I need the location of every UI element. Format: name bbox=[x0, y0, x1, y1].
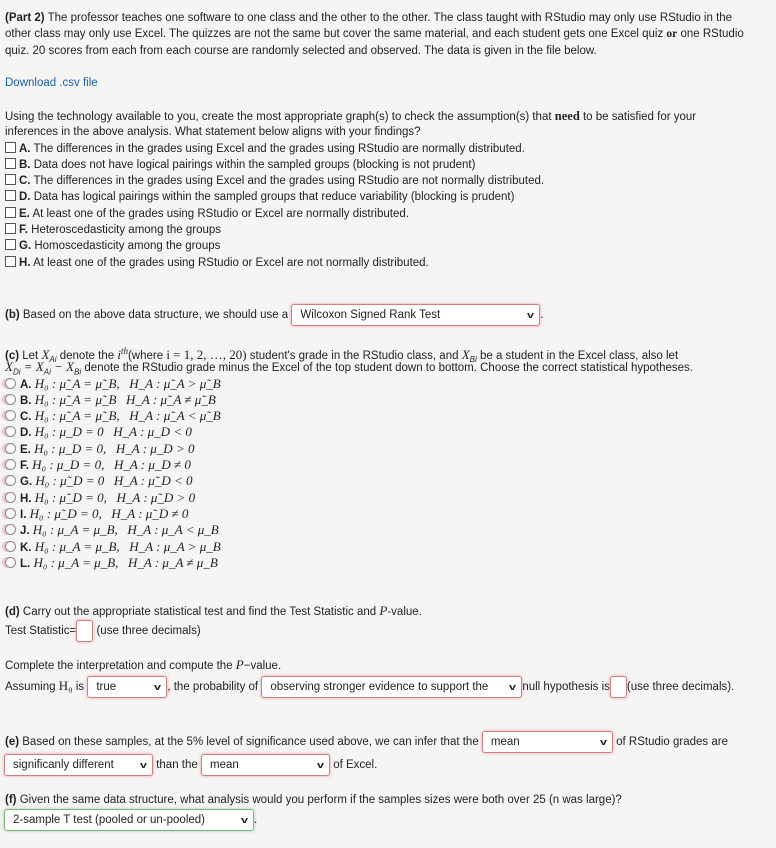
null-hypothesis: H₀ : μ̃_A = μ̃_B, bbox=[34, 375, 120, 391]
hypothesis-option[interactable]: I. H₀ : μ̃_D = 0, H_A : μ̃_D ≠ 0 bbox=[5, 506, 771, 522]
radio-button[interactable] bbox=[5, 524, 16, 536]
checkbox[interactable] bbox=[5, 239, 16, 251]
checkbox[interactable] bbox=[5, 223, 16, 235]
hypothesis-option[interactable]: A. H₀ : μ̃_A = μ̃_B, H_A : μ̃_A > μ̃_B bbox=[5, 376, 771, 392]
radio-button[interactable] bbox=[5, 442, 16, 454]
hypothesis-option[interactable]: J. H₀ : μ_A = μ_B, H_A : μ_A < μ_B bbox=[5, 522, 771, 538]
chevron-down-icon: v bbox=[599, 736, 607, 747]
chevron-down-icon: v bbox=[316, 759, 324, 770]
hypothesis-option[interactable]: F. H₀ : μ_D = 0, H_A : μ_D ≠ 0 bbox=[5, 457, 771, 473]
assumption-option[interactable]: E. At least one of the grades using RStu… bbox=[5, 206, 771, 222]
assumption-option[interactable]: A. The differences in the grades using E… bbox=[5, 141, 771, 157]
test-type-select[interactable]: Wilcoxon Signed Rank Test v bbox=[291, 303, 541, 326]
statistic-select-rstudio[interactable]: mean v bbox=[481, 730, 613, 753]
alt-hypothesis: H_A : μ̃_A > μ̃_B bbox=[129, 375, 221, 391]
radio-button[interactable] bbox=[5, 556, 16, 568]
radio-button[interactable] bbox=[5, 540, 16, 552]
p-value-input[interactable] bbox=[609, 675, 627, 698]
hypothesis-option[interactable]: D. H₀ : μ_D = 0 H_A : μ_D < 0 bbox=[5, 424, 771, 440]
null-hypothesis: H₀ : μ̃_D = 0 bbox=[35, 473, 105, 489]
hypothesis-option[interactable]: G. H₀ : μ̃_D = 0 H_A : μ̃_D < 0 bbox=[5, 473, 771, 489]
radio-button[interactable] bbox=[5, 459, 16, 471]
alt-hypothesis: H_A : μ_D < 0 bbox=[113, 424, 192, 440]
part-f: (f) Given the same data structure, what … bbox=[4, 792, 771, 832]
assumption-option[interactable]: C. The differences in the grades using E… bbox=[5, 173, 771, 189]
assumption-option[interactable]: H. At least one of the grades using RStu… bbox=[5, 255, 771, 271]
radio-button[interactable] bbox=[5, 491, 16, 503]
null-hypothesis: H₀ : μ_A = μ_B, bbox=[33, 554, 119, 570]
chevron-down-icon: v bbox=[509, 681, 517, 692]
null-hypothesis: H₀ : μ_D = 0, bbox=[34, 440, 107, 456]
assumption-option[interactable]: B. Data does not have logical pairings w… bbox=[5, 157, 771, 173]
checkbox[interactable] bbox=[5, 174, 16, 186]
chevron-down-icon: v bbox=[139, 759, 148, 770]
null-hypothesis: H₀ : μ̃_A = μ̃_B, bbox=[34, 408, 120, 424]
chevron-down-icon: v bbox=[154, 681, 162, 692]
checkbox[interactable] bbox=[5, 141, 16, 153]
hypothesis-option[interactable]: H. H₀ : μ̃_D = 0, H_A : μ̃_D > 0 bbox=[5, 490, 771, 506]
part-label: (Part 2) bbox=[5, 12, 45, 24]
hypothesis-option[interactable]: B. H₀ : μ̃_A = μ̃_B H_A : μ̃_A ≠ μ̃_B bbox=[5, 392, 771, 408]
null-hypothesis: H₀ : μ_A = μ_B, bbox=[32, 522, 118, 538]
alt-hypothesis: H_A : μ̃_D ≠ 0 bbox=[111, 505, 189, 521]
part-c: (c) Let XAi denote the ith(where i = 1, … bbox=[5, 343, 771, 571]
hypothesis-truth-select[interactable]: true v bbox=[87, 675, 168, 698]
hypothesis-option[interactable]: C. H₀ : μ̃_A = μ̃_B, H_A : μ̃_A < μ̃_B bbox=[5, 408, 771, 424]
null-hypothesis: H₀ : μ̃_A = μ̃_B bbox=[34, 391, 117, 407]
chevron-down-icon: v bbox=[240, 815, 249, 826]
checkbox[interactable] bbox=[5, 255, 16, 267]
alt-hypothesis: H_A : μ̃_D > 0 bbox=[116, 489, 196, 505]
null-hypothesis: H₀ : μ_D = 0 bbox=[34, 424, 104, 440]
intro: (Part 2) The professor teaches one softw… bbox=[5, 12, 744, 89]
alt-hypothesis: H_A : μ_D ≠ 0 bbox=[113, 457, 191, 473]
alt-hypothesis: H_A : μ_A ≠ μ_B bbox=[128, 554, 218, 570]
evidence-select[interactable]: observing stronger evidence to support t… bbox=[261, 675, 523, 698]
checkbox[interactable] bbox=[5, 190, 16, 202]
alt-hypothesis: H_A : μ̃_A < μ̃_B bbox=[129, 408, 221, 424]
null-hypothesis: H₀ : μ_D = 0, bbox=[32, 457, 105, 473]
statistic-select-excel[interactable]: mean v bbox=[200, 753, 330, 776]
null-hypothesis: H₀ : μ̃_D = 0, bbox=[29, 505, 102, 521]
part-a: Using the technology available to you, c… bbox=[5, 108, 771, 271]
part-d: (d) Carry out the appropriate statistica… bbox=[5, 603, 771, 698]
null-hypothesis: H₀ : μ̃_D = 0, bbox=[34, 489, 107, 505]
checkbox[interactable] bbox=[5, 206, 16, 218]
alt-hypothesis: H_A : μ̃_D < 0 bbox=[113, 473, 193, 489]
assumption-option[interactable]: D. Data has logical pairings within the … bbox=[5, 189, 771, 205]
assumption-option[interactable]: G. Homoscedasticity among the groups bbox=[5, 238, 771, 254]
hypothesis-option[interactable]: E. H₀ : μ_D = 0, H_A : μ_D > 0 bbox=[5, 441, 771, 457]
large-sample-analysis-select[interactable]: 2-sample T test (pooled or un-pooled) v bbox=[4, 809, 254, 832]
comparison-select[interactable]: significanly different v bbox=[4, 753, 153, 776]
checkbox[interactable] bbox=[5, 157, 16, 169]
assumption-option[interactable]: F. Heteroscedasticity among the groups bbox=[5, 222, 771, 238]
radio-button[interactable] bbox=[5, 475, 16, 487]
radio-button[interactable] bbox=[5, 393, 16, 405]
radio-button[interactable] bbox=[5, 410, 16, 422]
download-csv-link[interactable]: Download .csv file bbox=[5, 77, 98, 89]
chevron-down-icon: v bbox=[527, 309, 535, 320]
radio-button[interactable] bbox=[5, 377, 16, 389]
part-e: (e) Based on these samples, at the 5% le… bbox=[4, 730, 771, 777]
null-hypothesis: H₀ : μ_A = μ_B, bbox=[34, 538, 120, 554]
alt-hypothesis: H_A : μ̃_A ≠ μ̃_B bbox=[126, 391, 216, 407]
radio-button[interactable] bbox=[5, 507, 16, 519]
hypothesis-option[interactable]: L. H₀ : μ_A = μ_B, H_A : μ_A ≠ μ_B bbox=[5, 555, 771, 571]
alt-hypothesis: H_A : μ_D > 0 bbox=[115, 440, 195, 456]
alt-hypothesis: H_A : μ_A > μ_B bbox=[129, 538, 221, 554]
alt-hypothesis: H_A : μ_A < μ_B bbox=[127, 522, 219, 538]
test-statistic-input[interactable] bbox=[76, 620, 94, 643]
hypothesis-option[interactable]: K. H₀ : μ_A = μ_B, H_A : μ_A > μ_B bbox=[5, 539, 771, 555]
radio-button[interactable] bbox=[5, 426, 16, 438]
part-b: (b) Based on the above data structure, w… bbox=[5, 303, 771, 327]
